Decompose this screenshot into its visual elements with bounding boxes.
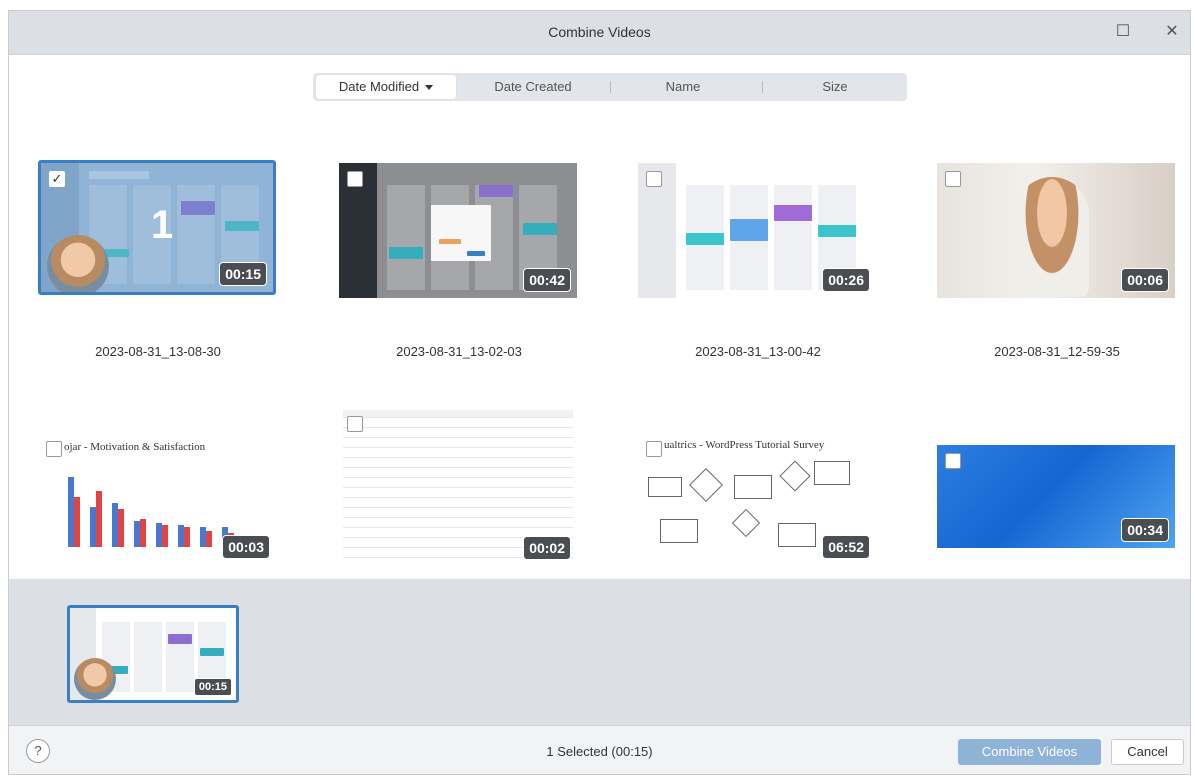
duration-badge: 00:34 xyxy=(1121,518,1169,542)
video-name: 2023-08-31_12-59-35 xyxy=(994,344,1120,359)
video-thumbnail[interactable]: ualtrics - WordPress Tutorial Survey 06:… xyxy=(638,433,876,565)
duration-badge: 06:52 xyxy=(822,535,870,559)
divider xyxy=(762,81,763,93)
checkbox[interactable] xyxy=(646,171,662,187)
duration-badge: 00:42 xyxy=(523,268,571,292)
checkbox[interactable] xyxy=(945,171,961,187)
video-thumbnail[interactable]: 00:06 xyxy=(937,163,1175,298)
sort-date-modified-label: Date Modified xyxy=(338,79,420,94)
checkbox[interactable] xyxy=(646,441,662,457)
dialog-title: Combine Videos xyxy=(548,24,651,40)
video-name: 2023-08-31_13-00-42 xyxy=(695,344,821,359)
divider xyxy=(610,81,611,93)
preview-title: ojar - Motivation & Satisfaction xyxy=(64,441,206,453)
sort-date-modified[interactable]: Date Modified xyxy=(316,75,456,99)
duration-badge: 00:02 xyxy=(523,536,571,560)
close-icon[interactable]: ✕ xyxy=(1161,21,1183,43)
video-thumbnail[interactable]: 00:34 xyxy=(937,445,1175,548)
sort-name[interactable]: Name xyxy=(613,75,753,99)
combine-videos-dialog: Combine Videos ☐ ✕ Date Modified Date Cr… xyxy=(8,10,1191,775)
sort-size[interactable]: Size xyxy=(765,75,905,99)
sort-bar: Date Modified Date Created Name Size xyxy=(313,73,907,101)
duration-badge: 00:26 xyxy=(822,268,870,292)
selected-tray: 00:15 xyxy=(9,579,1190,725)
video-thumbnail[interactable]: 00:26 xyxy=(638,163,876,298)
footer-bar: ? 1 Selected (00:15) Combine Videos Canc… xyxy=(9,725,1190,774)
combine-videos-button[interactable]: Combine Videos xyxy=(958,739,1101,765)
checkbox[interactable] xyxy=(945,453,961,469)
video-thumbnail[interactable]: 1 ✓ 00:15 xyxy=(38,160,276,295)
duration-badge: 00:06 xyxy=(1121,268,1169,292)
video-thumbnail[interactable]: ojar - Motivation & Satisfaction 00:03 xyxy=(38,433,276,565)
title-bar: Combine Videos ☐ ✕ xyxy=(9,11,1190,55)
selected-video-thumbnail[interactable]: 00:15 xyxy=(67,605,239,703)
duration-badge: 00:15 xyxy=(193,678,232,696)
video-thumbnail[interactable]: 00:02 xyxy=(339,408,577,566)
checkbox[interactable] xyxy=(347,416,363,432)
checkbox[interactable] xyxy=(347,171,363,187)
video-name: 2023-08-31_13-02-03 xyxy=(396,344,522,359)
video-name: 2023-08-31_13-08-30 xyxy=(95,344,221,359)
caret-down-icon xyxy=(425,85,434,91)
video-thumbnail[interactable]: 00:42 xyxy=(339,163,577,298)
duration-badge: 00:15 xyxy=(219,262,267,286)
checkmark-icon: ✓ xyxy=(51,171,63,186)
maximize-icon[interactable]: ☐ xyxy=(1112,21,1134,43)
checkbox[interactable]: ✓ xyxy=(49,171,65,187)
cancel-button[interactable]: Cancel xyxy=(1111,739,1184,765)
sort-date-created[interactable]: Date Created xyxy=(463,75,603,99)
preview-title: ualtrics - WordPress Tutorial Survey xyxy=(664,439,825,451)
duration-badge: 00:03 xyxy=(222,535,270,559)
selection-order: 1 xyxy=(151,203,174,247)
checkbox[interactable] xyxy=(46,441,62,457)
